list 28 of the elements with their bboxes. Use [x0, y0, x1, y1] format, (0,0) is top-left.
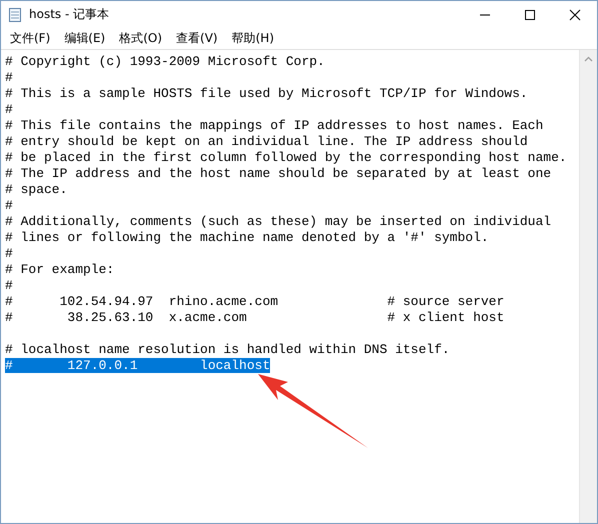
menu-item[interactable]: 查看(V)	[169, 28, 225, 48]
text-line: # 102.54.94.97 rhino.acme.com # source server	[5, 294, 504, 309]
notepad-icon	[7, 6, 23, 22]
text-line: # This file contains the mappings of IP addresses to host names. Each	[5, 118, 544, 133]
close-icon	[568, 8, 580, 20]
text-line: # The IP address and the host name should be separated by at least one	[5, 166, 552, 181]
text-line: # Copyright (c) 1993-2009 Microsoft Corp.	[5, 54, 325, 69]
text-line: # Additionally, comments (such as these) may be inserted on individual	[5, 214, 552, 229]
text-line: #	[5, 246, 13, 261]
menu-item[interactable]: 格式(O)	[112, 28, 170, 48]
text-line: #	[5, 278, 13, 293]
maximize-icon	[524, 8, 536, 20]
text-line: #	[5, 102, 13, 117]
text-line: # 38.25.63.10 x.acme.com # x client host	[5, 310, 504, 325]
text-line: #	[5, 70, 13, 85]
scrollbar[interactable]	[579, 50, 597, 523]
text-line: # For example:	[5, 262, 114, 277]
text-line: # lines or following the machine name denoted by a '#' symbol.	[5, 230, 489, 245]
menu-item[interactable]: 帮助(H)	[224, 28, 281, 48]
menu-item[interactable]: 文件(F)	[3, 28, 58, 48]
menu-item[interactable]: 编辑(E)	[57, 28, 112, 48]
window-title: hosts - 记事本	[29, 6, 110, 23]
text-line: # This is a sample HOSTS file used by Microsoft TCP/IP for Windows.	[5, 86, 528, 101]
text-line: # be placed in the first column followed by the corresponding host name.	[5, 150, 567, 165]
text-line: # localhost name resolution is handled within DNS itself.	[5, 342, 450, 357]
text-line: # space.	[5, 182, 68, 197]
text-line: #	[5, 198, 13, 213]
text-line: # entry should be kept on an individual line. The IP address should	[5, 134, 528, 149]
